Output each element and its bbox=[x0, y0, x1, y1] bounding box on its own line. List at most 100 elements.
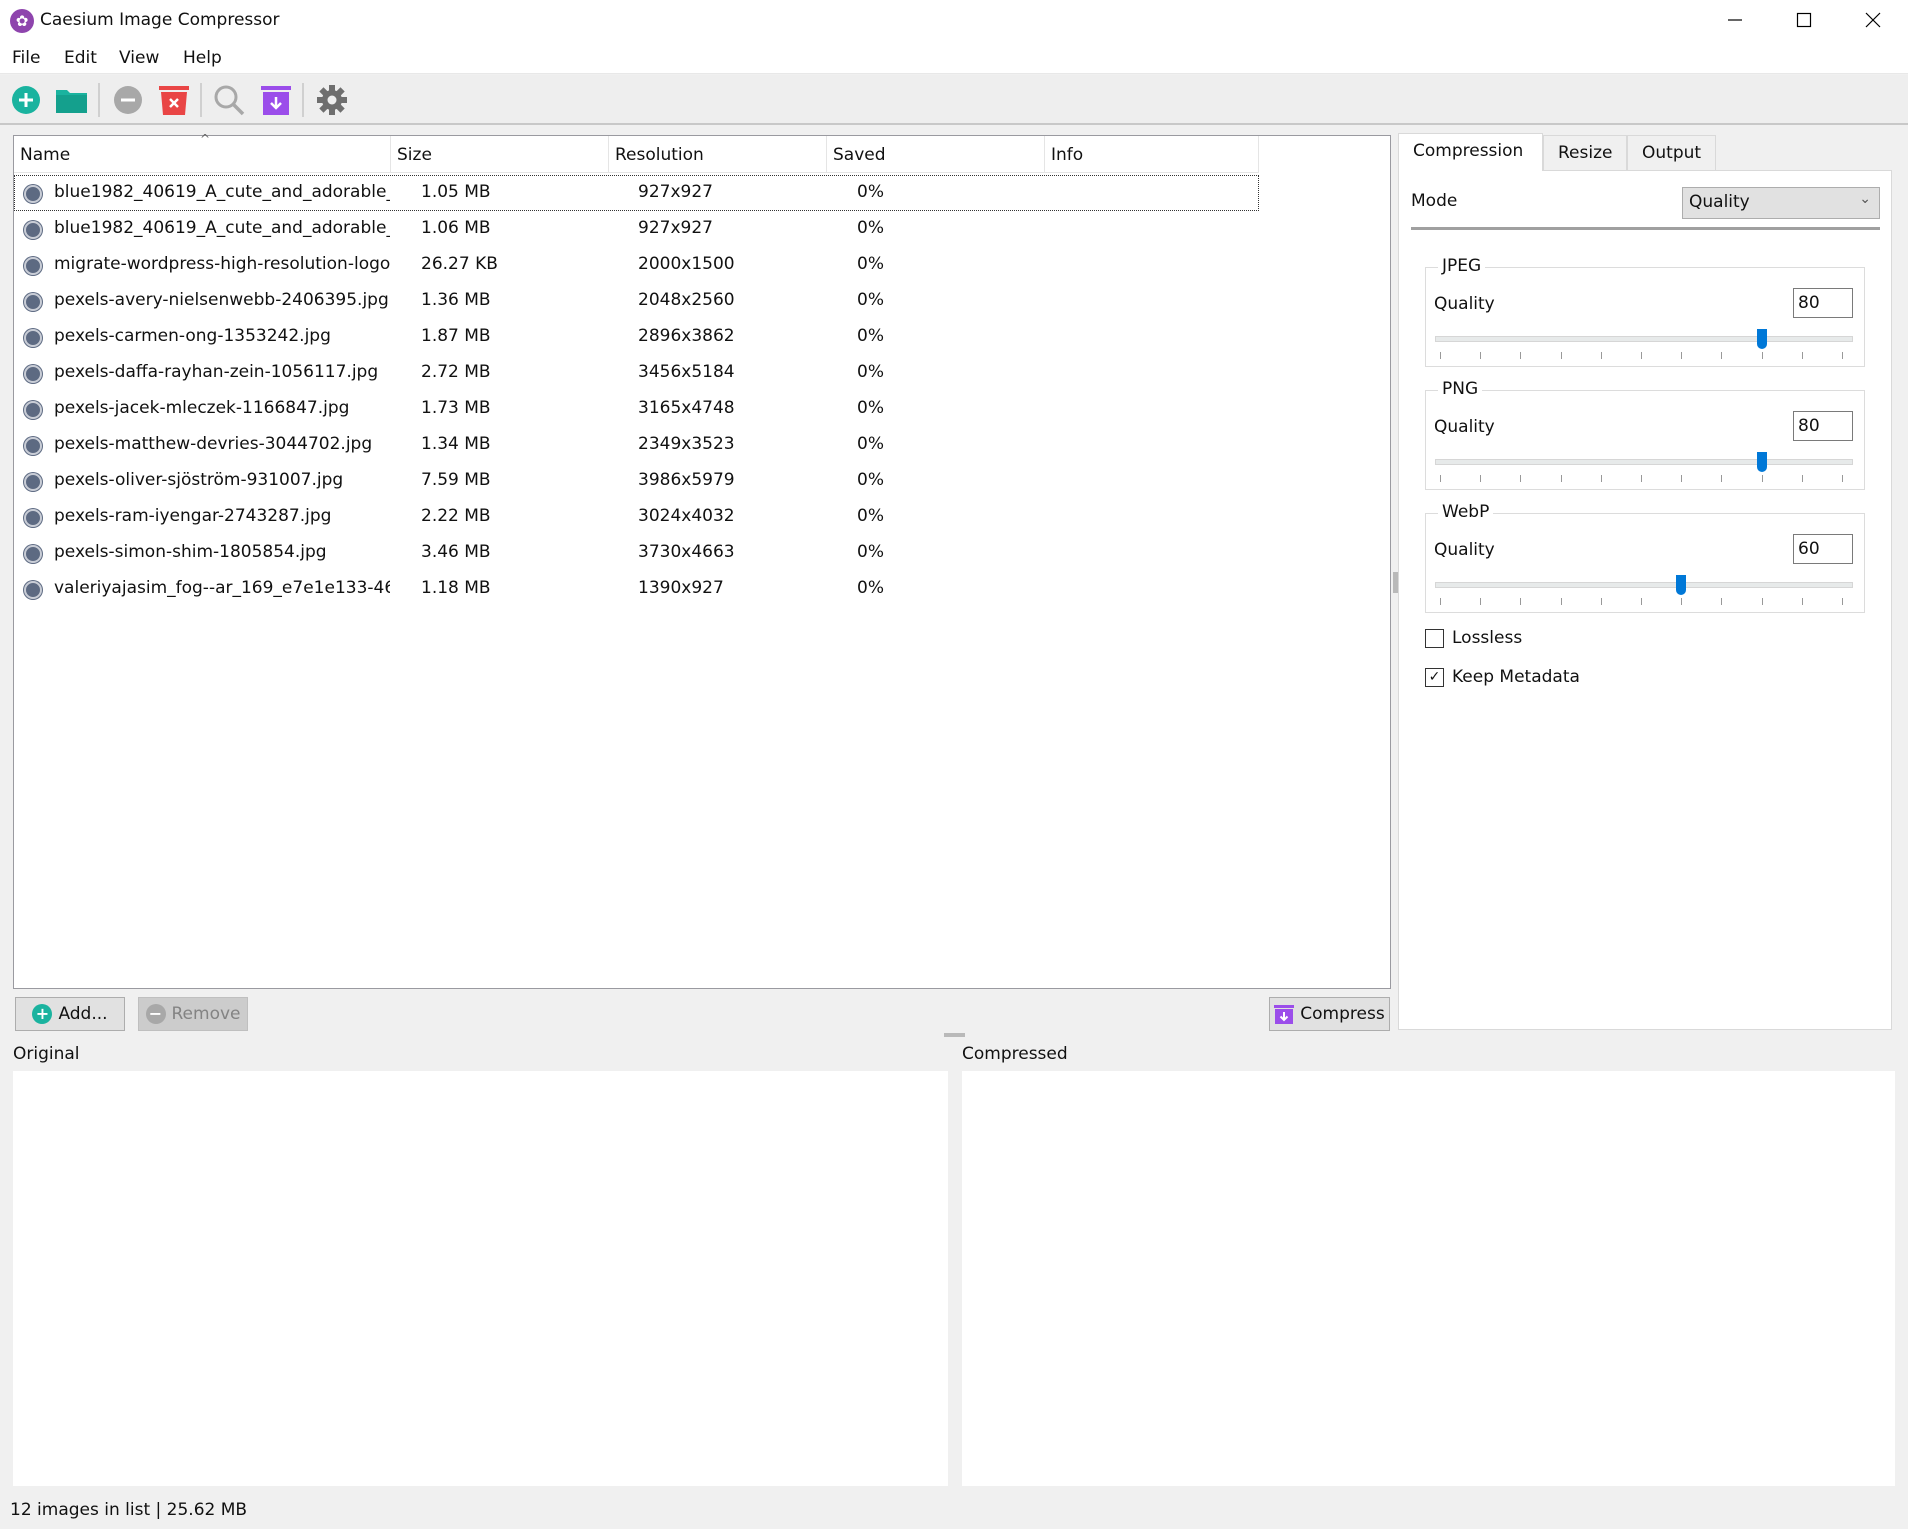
status-bar-text: 12 images in list | 25.62 MB bbox=[10, 1500, 248, 1520]
image-status-icon bbox=[24, 509, 42, 527]
image-list-table[interactable]: ^ Name Size Resolution Saved Info blue19… bbox=[13, 132, 1391, 989]
quality-group-jpeg: JPEG Quality 80 bbox=[1425, 256, 1865, 367]
table-row[interactable]: pexels-simon-shim-1805854.jpg 3.46 MB 3730… bbox=[14, 535, 1259, 571]
cell-size: 2.22 MB bbox=[421, 506, 491, 526]
table-row[interactable]: pexels-matthew-devries-3044702.jpg 1.34 M… bbox=[14, 427, 1259, 463]
cell-name: pexels-jacek-mleczek-1166847.jpg bbox=[54, 398, 350, 418]
settings-button[interactable] bbox=[316, 84, 348, 116]
slider-tick bbox=[1761, 475, 1763, 482]
quality-input[interactable]: 80 bbox=[1793, 411, 1853, 441]
quality-slider[interactable] bbox=[1435, 582, 1853, 588]
cell-resolution: 3456x5184 bbox=[638, 362, 735, 382]
quality-group-png: PNG Quality 80 bbox=[1425, 379, 1865, 490]
slider-tick bbox=[1721, 475, 1723, 482]
cell-name: pexels-matthew-devries-3044702.jpg bbox=[54, 434, 373, 454]
column-header-info[interactable]: Info bbox=[1045, 136, 1259, 173]
column-header-name[interactable]: Name bbox=[14, 136, 391, 173]
maximize-button[interactable] bbox=[1769, 0, 1839, 40]
cell-saved: 0% bbox=[857, 326, 884, 346]
lossless-checkbox[interactable] bbox=[1425, 629, 1444, 648]
column-header-saved[interactable]: Saved bbox=[827, 136, 1045, 173]
clear-list-button[interactable] bbox=[158, 84, 190, 116]
slider-tick bbox=[1681, 475, 1683, 482]
quality-label: Quality bbox=[1434, 417, 1495, 437]
quality-slider[interactable] bbox=[1435, 336, 1853, 342]
slider-tick bbox=[1560, 598, 1562, 605]
toolbar-separator bbox=[200, 83, 202, 117]
quality-input[interactable]: 80 bbox=[1793, 288, 1853, 318]
cell-resolution: 3165x4748 bbox=[638, 398, 735, 418]
quality-slider-handle[interactable] bbox=[1756, 329, 1767, 349]
close-button[interactable] bbox=[1838, 0, 1908, 40]
quality-slider-handle[interactable] bbox=[1756, 452, 1767, 472]
compress-button[interactable]: Compress bbox=[1269, 997, 1390, 1031]
tab-compression[interactable]: Compression bbox=[1398, 133, 1543, 171]
cell-size: 1.73 MB bbox=[421, 398, 491, 418]
cell-size: 1.18 MB bbox=[421, 578, 491, 598]
menu-view[interactable]: View bbox=[119, 48, 159, 68]
add-button[interactable]: + Add... bbox=[15, 997, 125, 1031]
original-preview bbox=[13, 1071, 948, 1486]
table-row[interactable]: pexels-avery-nielsenwebb-2406395.jpg 1.36… bbox=[14, 283, 1259, 319]
quality-slider[interactable] bbox=[1435, 459, 1853, 465]
slider-tick bbox=[1600, 352, 1602, 359]
menu-edit[interactable]: Edit bbox=[64, 48, 97, 68]
column-header-size[interactable]: Size bbox=[391, 136, 609, 173]
toolbar bbox=[0, 75, 1908, 125]
minimize-button[interactable] bbox=[1700, 0, 1770, 40]
table-row[interactable]: pexels-jacek-mleczek-1166847.jpg 1.73 MB 3… bbox=[14, 391, 1259, 427]
cell-name: blue1982_40619_A_cute_and_adorable_Ar bbox=[54, 182, 390, 202]
chevron-down-icon: ⌄ bbox=[1859, 191, 1871, 207]
image-status-icon bbox=[24, 545, 42, 563]
cell-size: 2.72 MB bbox=[421, 362, 491, 382]
add-button-label: Add... bbox=[58, 1004, 108, 1024]
compress-toolbar-button[interactable] bbox=[260, 84, 292, 116]
mode-select-value: Quality bbox=[1689, 192, 1750, 212]
cell-size: 3.46 MB bbox=[421, 542, 491, 562]
table-row[interactable]: pexels-ram-iyengar-2743287.jpg 2.22 MB 302… bbox=[14, 499, 1259, 535]
cell-saved: 0% bbox=[857, 398, 884, 418]
table-row[interactable]: pexels-oliver-sjöström-931007.jpg 7.59 MB… bbox=[14, 463, 1259, 499]
remove-button[interactable]: − Remove bbox=[138, 997, 248, 1031]
table-row[interactable]: blue1982_40619_A_cute_and_adorable_Ar 1.0… bbox=[14, 211, 1259, 247]
mode-select[interactable]: Quality ⌄ bbox=[1682, 187, 1880, 219]
slider-tick bbox=[1560, 352, 1562, 359]
quality-input[interactable]: 60 bbox=[1793, 534, 1853, 564]
image-status-icon bbox=[24, 365, 42, 383]
table-row[interactable]: migrate-wordpress-high-resolution-logo- 2… bbox=[14, 247, 1259, 283]
slider-tick bbox=[1520, 598, 1522, 605]
compress-icon bbox=[1274, 1005, 1295, 1024]
slider-tick bbox=[1801, 475, 1803, 482]
image-status-icon bbox=[24, 185, 42, 203]
cell-size: 1.87 MB bbox=[421, 326, 491, 346]
cell-size: 1.34 MB bbox=[421, 434, 491, 454]
horizontal-splitter-handle[interactable] bbox=[944, 1033, 965, 1037]
cell-resolution: 3986x5979 bbox=[638, 470, 735, 490]
table-row[interactable]: blue1982_40619_A_cute_and_adorable_Ar 1.0… bbox=[14, 175, 1259, 211]
maximize-icon bbox=[1796, 12, 1812, 28]
tab-resize[interactable]: Resize bbox=[1543, 135, 1627, 171]
compress-button-label: Compress bbox=[1300, 1004, 1385, 1024]
tab-output[interactable]: Output bbox=[1627, 135, 1716, 171]
remove-icon: − bbox=[145, 1004, 166, 1024]
table-row[interactable]: pexels-carmen-ong-1353242.jpg 1.87 MB 2896… bbox=[14, 319, 1259, 355]
compressed-label: Compressed bbox=[962, 1044, 1068, 1064]
cell-name: pexels-daffa-rayhan-zein-1056117.jpg bbox=[54, 362, 379, 382]
cell-size: 7.59 MB bbox=[421, 470, 491, 490]
add-folder-button[interactable] bbox=[55, 84, 87, 116]
menu-file[interactable]: File bbox=[12, 48, 40, 68]
folder-icon bbox=[56, 90, 87, 113]
menu-help[interactable]: Help bbox=[183, 48, 222, 68]
slider-tick bbox=[1721, 352, 1723, 359]
preview-button[interactable] bbox=[213, 84, 245, 116]
remove-button[interactable] bbox=[112, 84, 144, 116]
cell-resolution: 2000x1500 bbox=[638, 254, 735, 274]
image-status-icon bbox=[24, 329, 42, 347]
quality-slider-handle[interactable] bbox=[1676, 575, 1687, 595]
keep-metadata-checkbox[interactable]: ✓ bbox=[1425, 668, 1444, 687]
table-row[interactable]: pexels-daffa-rayhan-zein-1056117.jpg 2.72… bbox=[14, 355, 1259, 391]
add-files-button[interactable] bbox=[10, 84, 42, 116]
table-row[interactable]: valeriyajasim_fog--ar_169_e7e1e133-46c5 1… bbox=[14, 571, 1259, 607]
slider-tick bbox=[1801, 598, 1803, 605]
column-header-resolution[interactable]: Resolution bbox=[609, 136, 827, 173]
